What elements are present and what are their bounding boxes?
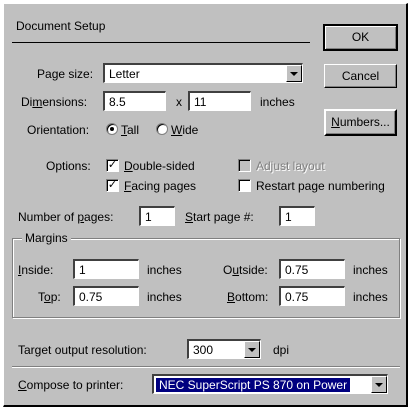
printer-select[interactable]: NEC SuperScript PS 870 on Power	[152, 374, 388, 394]
inside-field[interactable]: 1	[73, 259, 139, 279]
adjust-layout-label: Adjust layout	[256, 159, 325, 173]
facing-pages-label: Facing pages	[124, 179, 197, 193]
start-page-label: Start page #:	[185, 210, 254, 224]
number-of-pages-label: Number of pages:	[18, 210, 114, 224]
resolution-select[interactable]: 300	[187, 339, 261, 359]
cancel-button[interactable]: Cancel	[324, 64, 397, 88]
double-sided-checkbox[interactable]: ✓	[106, 159, 119, 172]
start-page-field[interactable]: 1	[279, 206, 315, 226]
page-size-label: Page size:	[37, 67, 94, 81]
margins-group-label: Margins	[22, 230, 71, 246]
resolution-label: Target output resolution:	[18, 343, 147, 357]
double-sided-label: Double-sided	[124, 159, 195, 173]
top-unit: inches	[147, 290, 182, 304]
chevron-down-icon[interactable]	[371, 376, 387, 393]
orientation-tall-label: Tall	[121, 123, 140, 137]
options-label: Options:	[46, 159, 91, 173]
numbers-button-label: Numbers...	[331, 115, 390, 129]
restart-numbering-checkbox[interactable]	[238, 179, 251, 192]
page-size-select[interactable]: Letter	[103, 63, 303, 83]
orientation-label: Orientation:	[27, 123, 90, 137]
width-field[interactable]: 8.5	[103, 91, 166, 111]
bottom-unit: inches	[353, 290, 388, 304]
dimensions-label: Dimensions:	[21, 95, 88, 109]
number-of-pages-field[interactable]: 1	[139, 206, 175, 226]
orientation-wide-radio[interactable]	[156, 123, 168, 135]
printer-label: Compose to printer:	[18, 378, 124, 392]
adjust-layout-checkbox[interactable]	[238, 159, 251, 172]
outside-label: Outside:	[223, 263, 268, 277]
inside-unit: inches	[147, 263, 182, 277]
numbers-button[interactable]: Numbers...	[324, 109, 397, 136]
resolution-unit: dpi	[273, 343, 290, 357]
dimensions-x: x	[176, 95, 182, 109]
printer-value: NEC SuperScript PS 870 on Power	[156, 378, 351, 392]
chevron-down-icon[interactable]	[244, 341, 260, 358]
chevron-down-icon[interactable]	[286, 65, 302, 82]
orientation-tall-radio[interactable]	[106, 123, 118, 135]
dimensions-unit: inches	[260, 95, 295, 109]
facing-pages-checkbox[interactable]: ✓	[106, 179, 119, 192]
inside-label: Inside:	[18, 263, 54, 277]
top-label: Top:	[38, 290, 61, 304]
resolution-value: 300	[193, 343, 214, 357]
orientation-wide-label: Wide	[171, 123, 199, 137]
separator	[12, 366, 400, 368]
height-field[interactable]: 11	[188, 91, 251, 111]
outside-unit: inches	[353, 263, 388, 277]
outside-field[interactable]: 0.75	[279, 259, 345, 279]
bottom-field[interactable]: 0.75	[279, 286, 345, 306]
top-field[interactable]: 0.75	[73, 286, 139, 306]
bottom-label: Bottom:	[227, 290, 269, 304]
dialog-title: Document Setup	[16, 19, 106, 33]
document-setup-dialog: Document Setup OK Cancel Numbers... Page…	[3, 3, 408, 407]
ok-button[interactable]: OK	[323, 24, 398, 51]
restart-numbering-label: Restart page numbering	[256, 179, 385, 193]
title-area: Document Setup	[12, 12, 310, 43]
page-size-value: Letter	[109, 67, 140, 81]
